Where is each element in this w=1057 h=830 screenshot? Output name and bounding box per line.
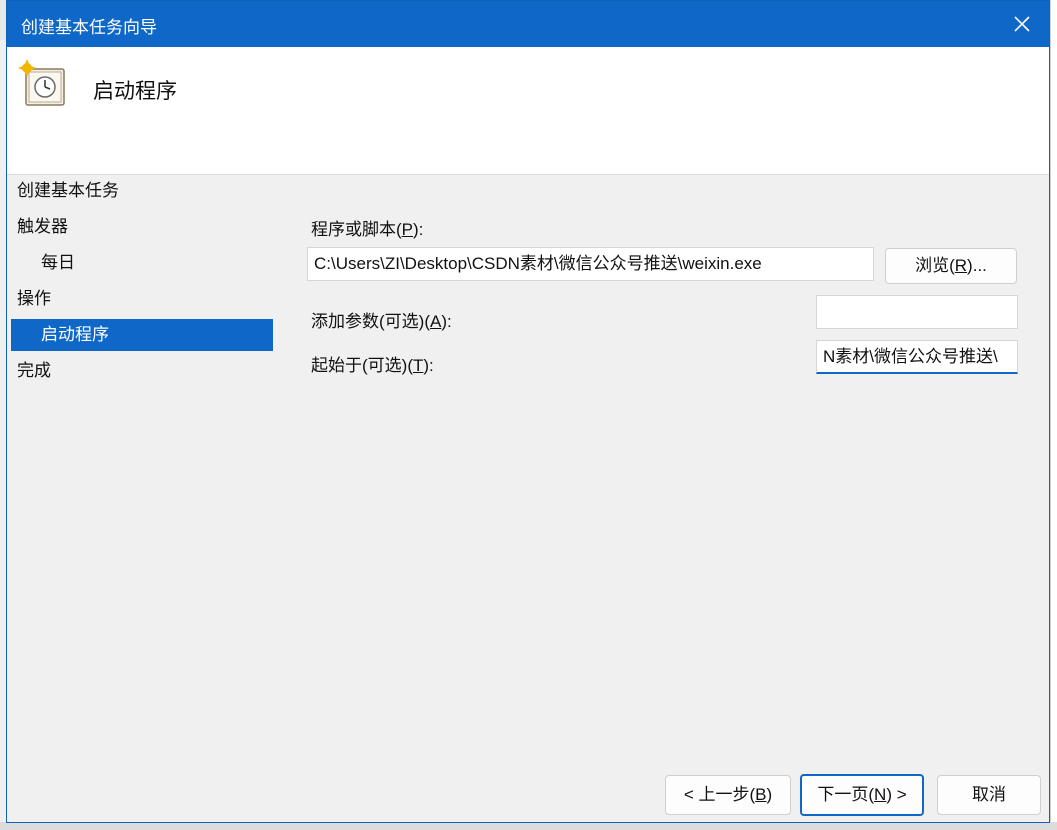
start-in-input[interactable]: N素材\微信公众号推送\ xyxy=(816,340,1018,374)
program-label: 程序或脚本(P): xyxy=(311,220,424,239)
close-icon[interactable] xyxy=(1005,7,1039,41)
wizard-dialog: 创建基本任务向导 启动程序 创建基本任务 触发器 每日 操作 启动程序 完成 程… xyxy=(6,0,1050,823)
step-create-basic-task[interactable]: 创建基本任务 xyxy=(11,175,273,207)
step-trigger[interactable]: 触发器 xyxy=(11,211,273,243)
step-finish[interactable]: 完成 xyxy=(11,355,273,387)
arguments-input[interactable] xyxy=(816,295,1018,329)
cancel-button[interactable]: 取消 xyxy=(937,775,1041,815)
task-clock-icon xyxy=(17,59,67,109)
background-window xyxy=(1050,0,1057,830)
back-button[interactable]: < 上一步(B) xyxy=(665,775,791,815)
step-action[interactable]: 操作 xyxy=(11,283,273,315)
page-title: 启动程序 xyxy=(93,80,177,103)
next-button[interactable]: 下一页(N) > xyxy=(800,774,924,816)
browse-button[interactable]: 浏览(R)... xyxy=(885,248,1017,284)
wizard-header: 启动程序 xyxy=(7,47,1049,175)
background-taskbar-edge xyxy=(0,822,1057,830)
arguments-label: 添加参数(可选)(A): xyxy=(311,312,452,331)
program-path-input[interactable]: C:\Users\ZI\Desktop\CSDN素材\微信公众号推送\weixi… xyxy=(307,247,874,281)
step-start-program[interactable]: 启动程序 xyxy=(11,319,273,351)
start-in-label: 起始于(可选)(T): xyxy=(311,356,434,375)
title-bar: 创建基本任务向导 xyxy=(7,1,1049,47)
step-daily[interactable]: 每日 xyxy=(11,247,273,279)
window-title: 创建基本任务向导 xyxy=(21,18,157,37)
